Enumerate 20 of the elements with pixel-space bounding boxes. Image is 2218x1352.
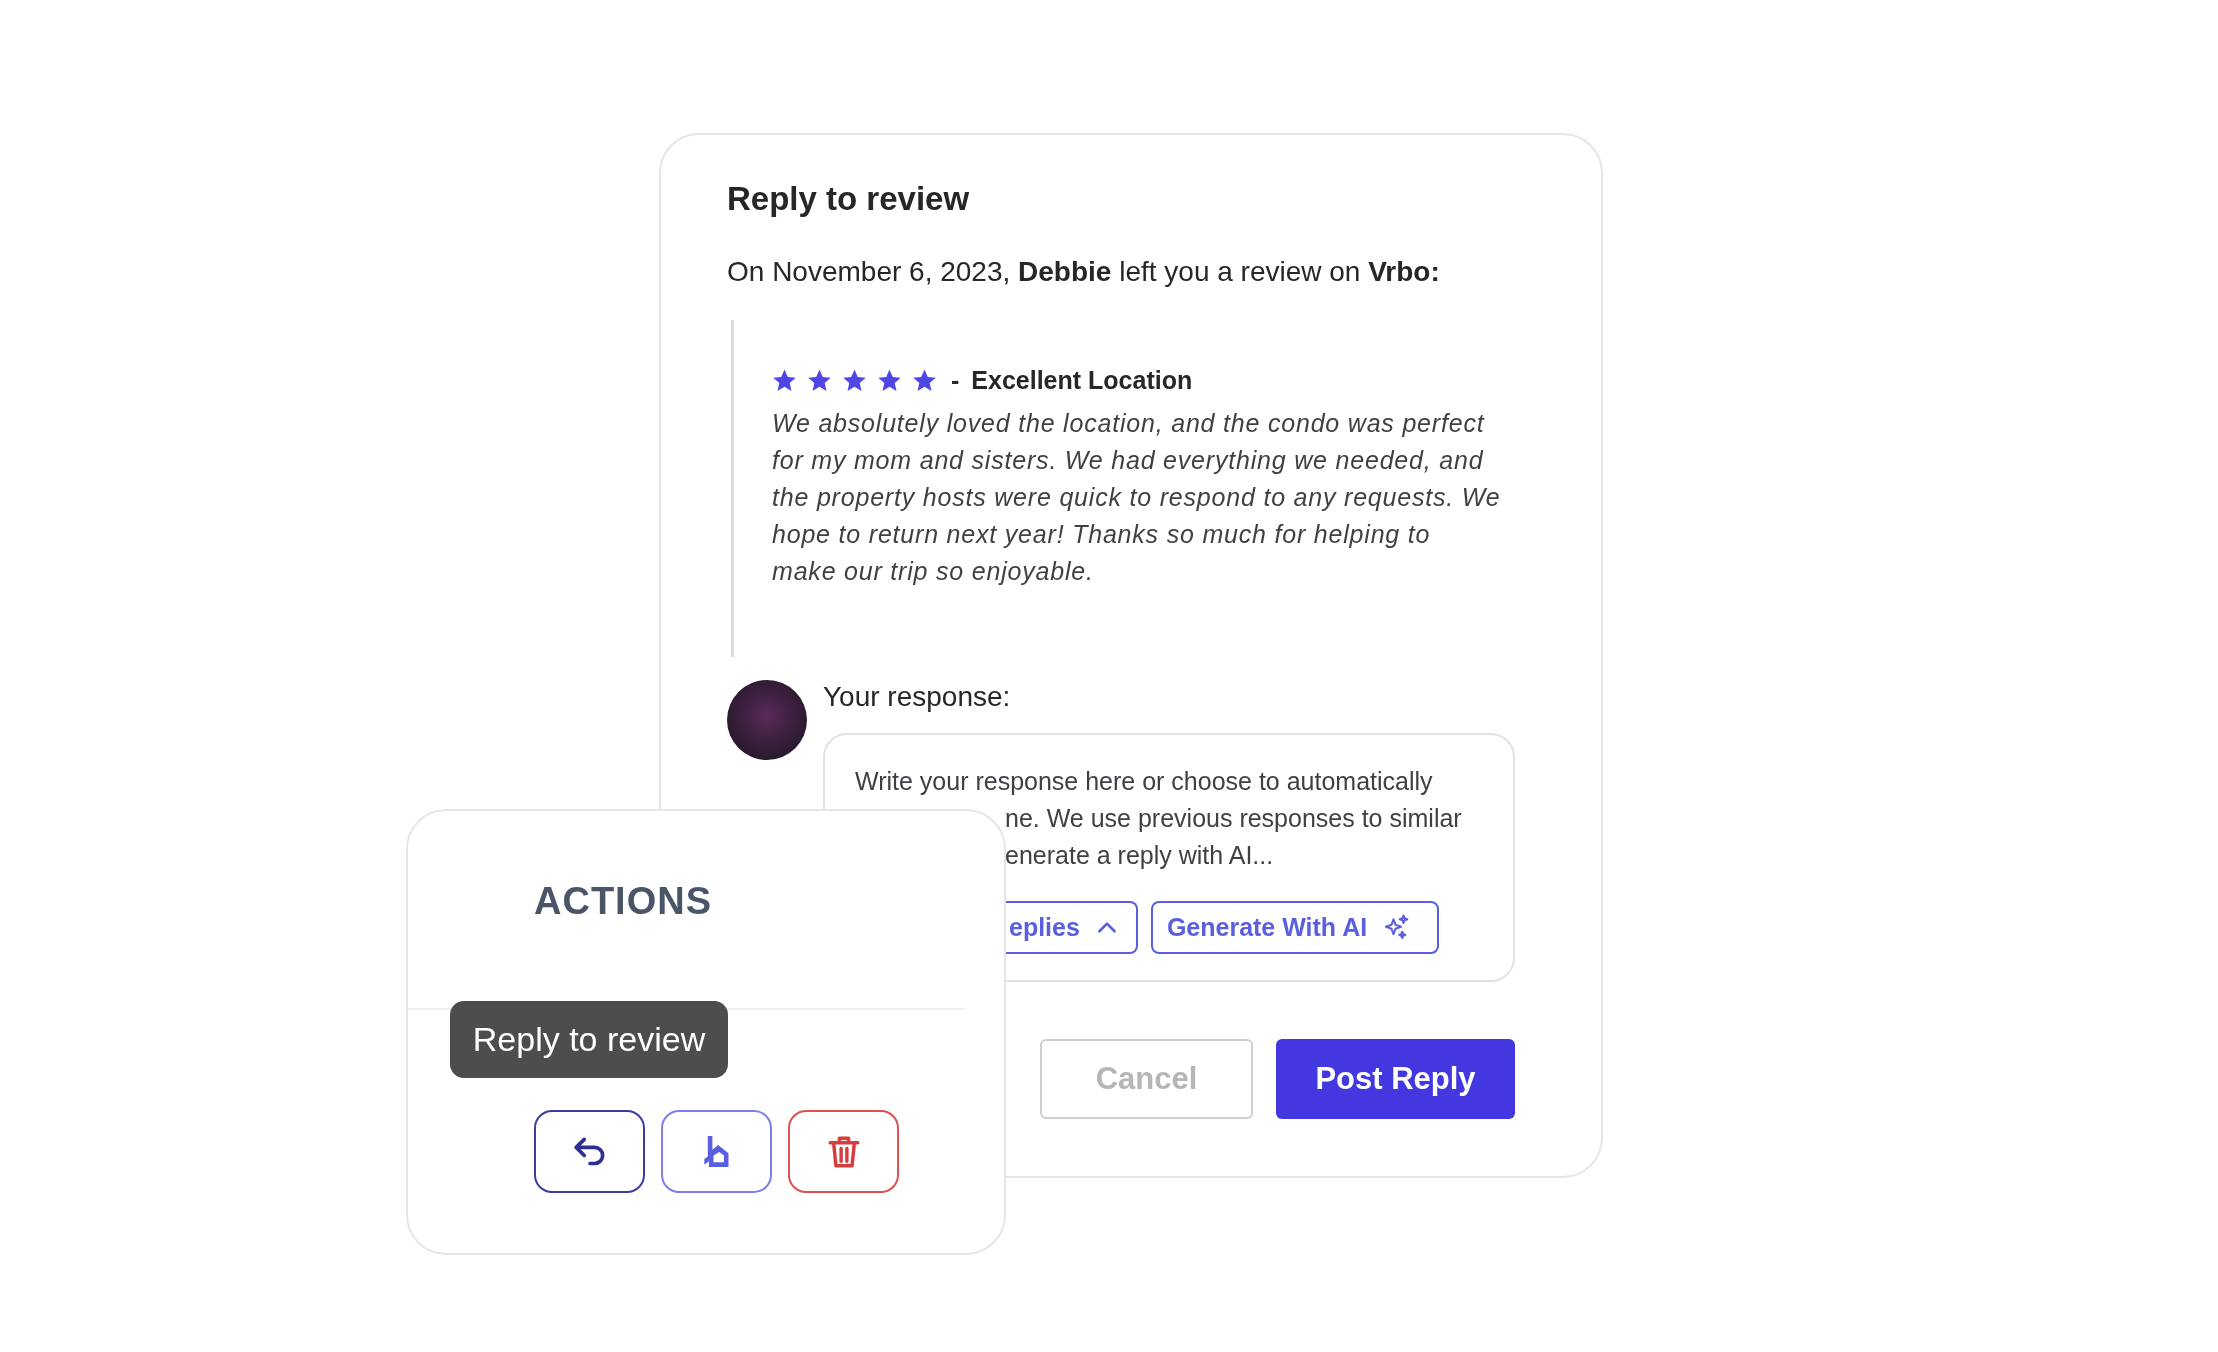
review-intro: On November 6, 2023, Debbie left you a review on Vrbo: [727,255,1441,289]
dialog-title: Reply to review [727,179,971,219]
star-icon [842,367,867,393]
review-title: Excellent Location [971,365,1193,395]
review-text: We absolutely loved the location, and the condo was perfect for my mom and sisters. We had everything we needed, and the property hosts were quick to respond to any requests. We hope to return next year! Thanks so much for helping to make our trip so enjoyable. [772,408,1502,587]
vrbo-button[interactable] [661,1110,772,1193]
post-reply-button[interactable]: Post Reply [1276,1039,1515,1119]
delete-button[interactable] [788,1110,899,1193]
generate-ai-button[interactable]: Generate With AI [1150,901,1440,954]
star-icon [912,367,937,393]
star-icon [807,367,832,393]
response-label: Your response: [823,680,1012,714]
star-icon [877,367,902,393]
reply-button[interactable] [534,1110,645,1193]
replies-dropdown[interactable]: eplies [1005,901,1138,954]
panel-title: ACTIONS [534,879,713,924]
tooltip: Reply to review [450,1001,728,1078]
star-icon [772,367,797,393]
placeholder-text: Write your response here or choose to automatically ne. We use previous responses to similar enerate a reply with AI... [855,766,1463,871]
separator-text: - [951,365,960,395]
